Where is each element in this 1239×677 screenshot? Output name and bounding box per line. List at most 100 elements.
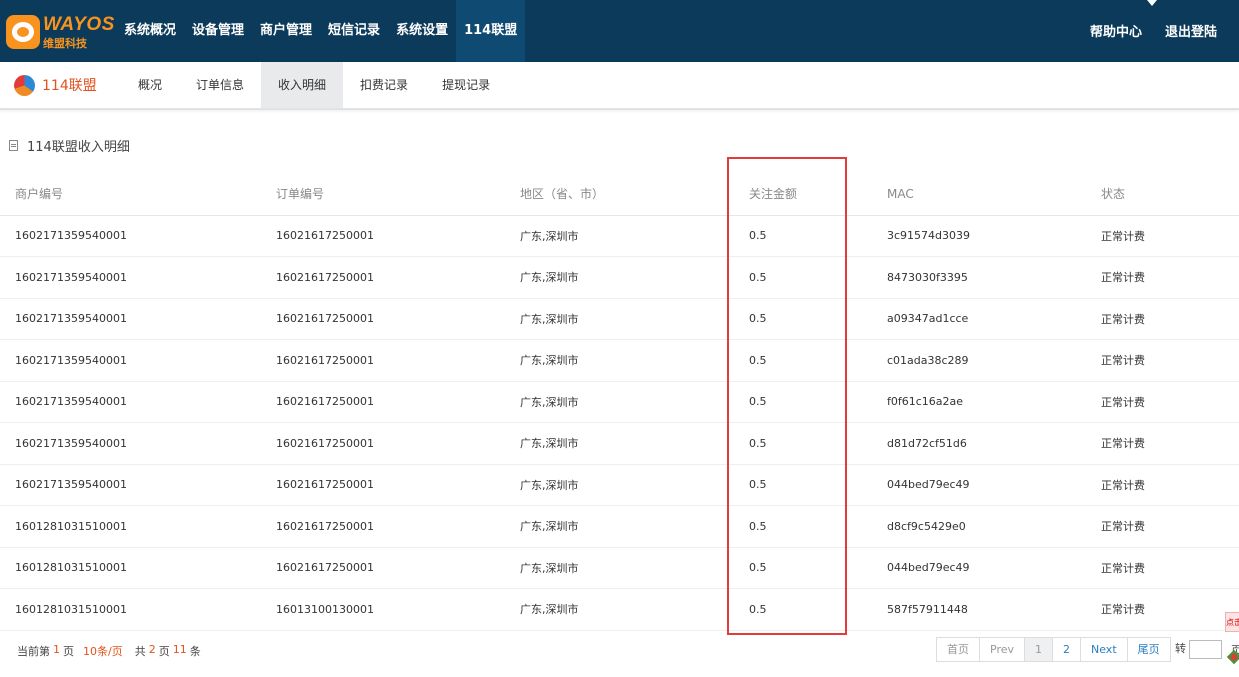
cell-region: 广东,深圳市	[520, 422, 749, 465]
page-unit: 页	[63, 645, 74, 658]
cell-status: 正常计费	[1101, 215, 1239, 257]
sub-navbar: 114联盟 概况 订单信息 收入明细 扣费记录 提现记录	[0, 62, 1239, 110]
table-row: 1602171359540001 16021617250001 广东,深圳市 0.5 d…	[0, 422, 1239, 465]
cell-region: 广东,深圳市	[520, 381, 749, 423]
col-order-id: 订单编号	[276, 173, 520, 216]
page-prefix: 当前第	[17, 645, 50, 658]
tab-overview[interactable]: 概况	[121, 62, 179, 108]
cell-merchant-id: 1602171359540001	[0, 464, 276, 506]
cell-merchant-id: 1602171359540001	[0, 422, 276, 465]
goto-page-input[interactable]	[1189, 640, 1222, 659]
current-page-number: 1	[53, 643, 60, 656]
table-row: 1602171359540001 16021617250001 广东,深圳市 0.5 8…	[0, 256, 1239, 299]
nav-114-alliance[interactable]: 114联盟	[456, 0, 526, 62]
cell-follow-amount: 0.5	[749, 215, 887, 257]
cell-order-id: 16021617250001	[276, 298, 520, 340]
page-2-button[interactable]: 2	[1052, 637, 1081, 662]
subnav-tabs: 概况 订单信息 收入明细 扣费记录 提现记录	[121, 62, 507, 108]
next-page-button[interactable]: Next	[1080, 637, 1128, 662]
total-pages-unit: 页	[158, 645, 170, 658]
subnav-title: 114联盟	[42, 78, 97, 94]
nav-sms-records[interactable]: 短信记录	[320, 0, 388, 62]
cell-region: 广东,深圳市	[520, 256, 749, 299]
cell-follow-amount: 0.5	[749, 422, 887, 465]
cell-mac: f0f61c16a2ae	[887, 381, 1101, 423]
logo-brand: WAYOS	[43, 14, 115, 35]
tab-order-info[interactable]: 订单信息	[179, 62, 261, 108]
cell-status: 正常计费	[1101, 547, 1239, 589]
goto-label: 转	[1175, 642, 1186, 655]
cell-order-id: 16021617250001	[276, 505, 520, 548]
cell-order-id: 16021617250001	[276, 339, 520, 382]
cell-merchant-id: 1601281031510001	[0, 588, 276, 631]
help-center-link[interactable]: 帮助中心	[1090, 0, 1142, 62]
prev-page-button[interactable]: Prev	[979, 637, 1025, 662]
cell-status: 正常计费	[1101, 505, 1239, 548]
pagination: 首页 Prev 1 2 Next 尾页	[936, 637, 1171, 662]
logo-subtitle: 维盟科技	[43, 37, 87, 50]
nav-system-settings[interactable]: 系统设置	[388, 0, 456, 62]
table-row: 1601281031510001 16021617250001 广东,深圳市 0.5 0…	[0, 547, 1239, 589]
logout-link[interactable]: 退出登陆	[1165, 0, 1217, 62]
cell-status: 正常计费	[1101, 422, 1239, 465]
nav-device-management[interactable]: 设备管理	[184, 0, 252, 62]
table-row: 1602171359540001 16021617250001 广东,深圳市 0.5 a…	[0, 298, 1239, 340]
cell-mac: 587f57911448	[887, 588, 1101, 631]
items-unit: 条	[189, 645, 201, 658]
tab-income-details[interactable]: 收入明细	[261, 62, 344, 108]
cell-merchant-id: 1602171359540001	[0, 381, 276, 423]
nav-system-overview[interactable]: 系统概况	[116, 0, 184, 62]
cell-mac: d8cf9c5429e0	[887, 505, 1101, 548]
cell-mac: 3c91574d3039	[887, 215, 1101, 257]
cell-status: 正常计费	[1101, 298, 1239, 340]
wayos-logo[interactable]: WAYOS 维盟科技	[6, 13, 114, 50]
subnav-brand: 114联盟	[14, 62, 97, 108]
main-nav: 系统概况 设备管理 商户管理 短信记录 系统设置 114联盟	[116, 0, 526, 62]
page-title: 114联盟收入明细	[27, 140, 130, 155]
cell-merchant-id: 1601281031510001	[0, 505, 276, 548]
tab-deduction-records[interactable]: 扣费记录	[343, 62, 425, 108]
total-prefix: 共	[134, 645, 146, 658]
cell-follow-amount: 0.5	[749, 588, 887, 631]
cell-region: 广东,深圳市	[520, 215, 749, 257]
page-1-button[interactable]: 1	[1024, 637, 1053, 662]
cell-status: 正常计费	[1101, 339, 1239, 382]
table-row: 1602171359540001 16021617250001 广东,深圳市 0.5 c…	[0, 339, 1239, 382]
table-row: 1602171359540001 16021617250001 广东,深圳市 0.5 f…	[0, 381, 1239, 423]
cell-follow-amount: 0.5	[749, 381, 887, 423]
cell-region: 广东,深圳市	[520, 505, 749, 548]
cell-follow-amount: 0.5	[749, 464, 887, 506]
per-page: 10条/页	[83, 645, 123, 658]
cell-follow-amount: 0.5	[749, 547, 887, 589]
cell-follow-amount: 0.5	[749, 505, 887, 548]
col-mac: MAC	[887, 173, 1101, 216]
tab-withdrawal-records[interactable]: 提现记录	[425, 62, 507, 108]
cell-merchant-id: 1602171359540001	[0, 256, 276, 299]
cell-region: 广东,深圳市	[520, 588, 749, 631]
total-pages: 2	[148, 643, 156, 656]
cell-follow-amount: 0.5	[749, 339, 887, 382]
cell-region: 广东,深圳市	[520, 547, 749, 589]
cell-status: 正常计费	[1101, 588, 1239, 631]
table-row: 1601281031510001 16013100130001 广东,深圳市 0.5 5…	[0, 588, 1239, 631]
cell-status: 正常计费	[1101, 464, 1239, 506]
cell-order-id: 16013100130001	[276, 588, 520, 631]
cell-merchant-id: 1601281031510001	[0, 547, 276, 589]
chevron-down-icon[interactable]	[1146, 0, 1157, 6]
last-page-button[interactable]: 尾页	[1126, 637, 1171, 662]
nav-merchant-management[interactable]: 商户管理	[252, 0, 320, 62]
pagination-info: 当前第 1 页 10条/页 共 2 页 11 条	[17, 643, 201, 659]
floating-help-badge[interactable]: 点击	[1225, 612, 1239, 632]
cell-status: 正常计费	[1101, 256, 1239, 299]
cell-order-id: 16021617250001	[276, 256, 520, 299]
cell-mac: c01ada38c289	[887, 339, 1101, 382]
top-navbar: WAYOS 维盟科技 系统概况 设备管理 商户管理 短信记录 系统设置 114联…	[0, 0, 1239, 62]
table-header-row: 商户编号 订单编号 地区（省、市） 关注金额 MAC 状态	[0, 173, 1239, 216]
section-header: 114联盟收入明细	[9, 136, 130, 155]
col-region: 地区（省、市）	[520, 173, 749, 216]
first-page-button[interactable]: 首页	[936, 637, 980, 662]
table-row: 1601281031510001 16021617250001 广东,深圳市 0.5 d…	[0, 505, 1239, 548]
table-row: 1602171359540001 16021617250001 广东,深圳市 0.5 0…	[0, 464, 1239, 506]
cell-mac: a09347ad1cce	[887, 298, 1101, 340]
cell-order-id: 16021617250001	[276, 215, 520, 257]
